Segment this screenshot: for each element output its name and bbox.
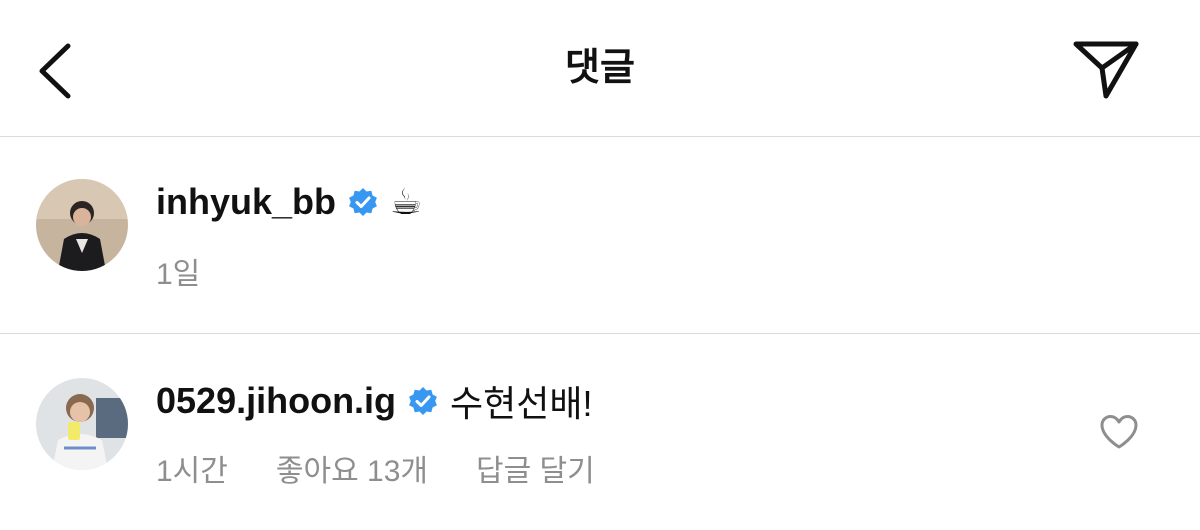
heart-outline-icon <box>1100 415 1138 449</box>
caption-username[interactable]: inhyuk_bb <box>156 181 336 223</box>
verified-badge-icon <box>348 187 378 217</box>
like-comment-button[interactable] <box>1098 413 1140 451</box>
caption-meta: 1일 <box>156 251 248 291</box>
commenter-avatar[interactable] <box>36 378 128 470</box>
caption-section: inhyuk_bb ☕ 1일 <box>0 137 1200 334</box>
avatar[interactable] <box>36 179 128 271</box>
comment-text: 수현선배! <box>450 383 593 424</box>
caption-timestamp: 1일 <box>156 258 201 291</box>
comment-likes-count[interactable]: 좋아요 13개 <box>276 446 428 490</box>
comment-username[interactable]: 0529.jihoon.ig <box>156 380 396 422</box>
comment-item: 0529.jihoon.ig 수현선배! 1시간 좋아요 13개 답글 달기 <box>0 334 1200 530</box>
avatar-photo <box>36 179 128 271</box>
verified-badge-icon <box>408 386 438 416</box>
reply-button[interactable]: 답글 달기 <box>476 446 595 490</box>
avatar-photo <box>36 378 128 470</box>
paper-plane-icon <box>1073 41 1139 99</box>
comment-meta: 1시간 좋아요 13개 답글 달기 <box>156 448 643 488</box>
chevron-left-icon <box>39 43 71 99</box>
share-button[interactable] <box>1070 38 1142 102</box>
page-title: 댓글 <box>565 47 635 89</box>
back-button[interactable] <box>32 40 80 102</box>
caption-text: ☕ <box>390 181 423 223</box>
comment-name-row: 0529.jihoon.ig 수현선배! <box>156 378 593 424</box>
caption-name-row: inhyuk_bb ☕ <box>156 179 422 225</box>
header: 댓글 <box>0 0 1200 137</box>
comment-timestamp: 1시간 <box>156 455 228 488</box>
